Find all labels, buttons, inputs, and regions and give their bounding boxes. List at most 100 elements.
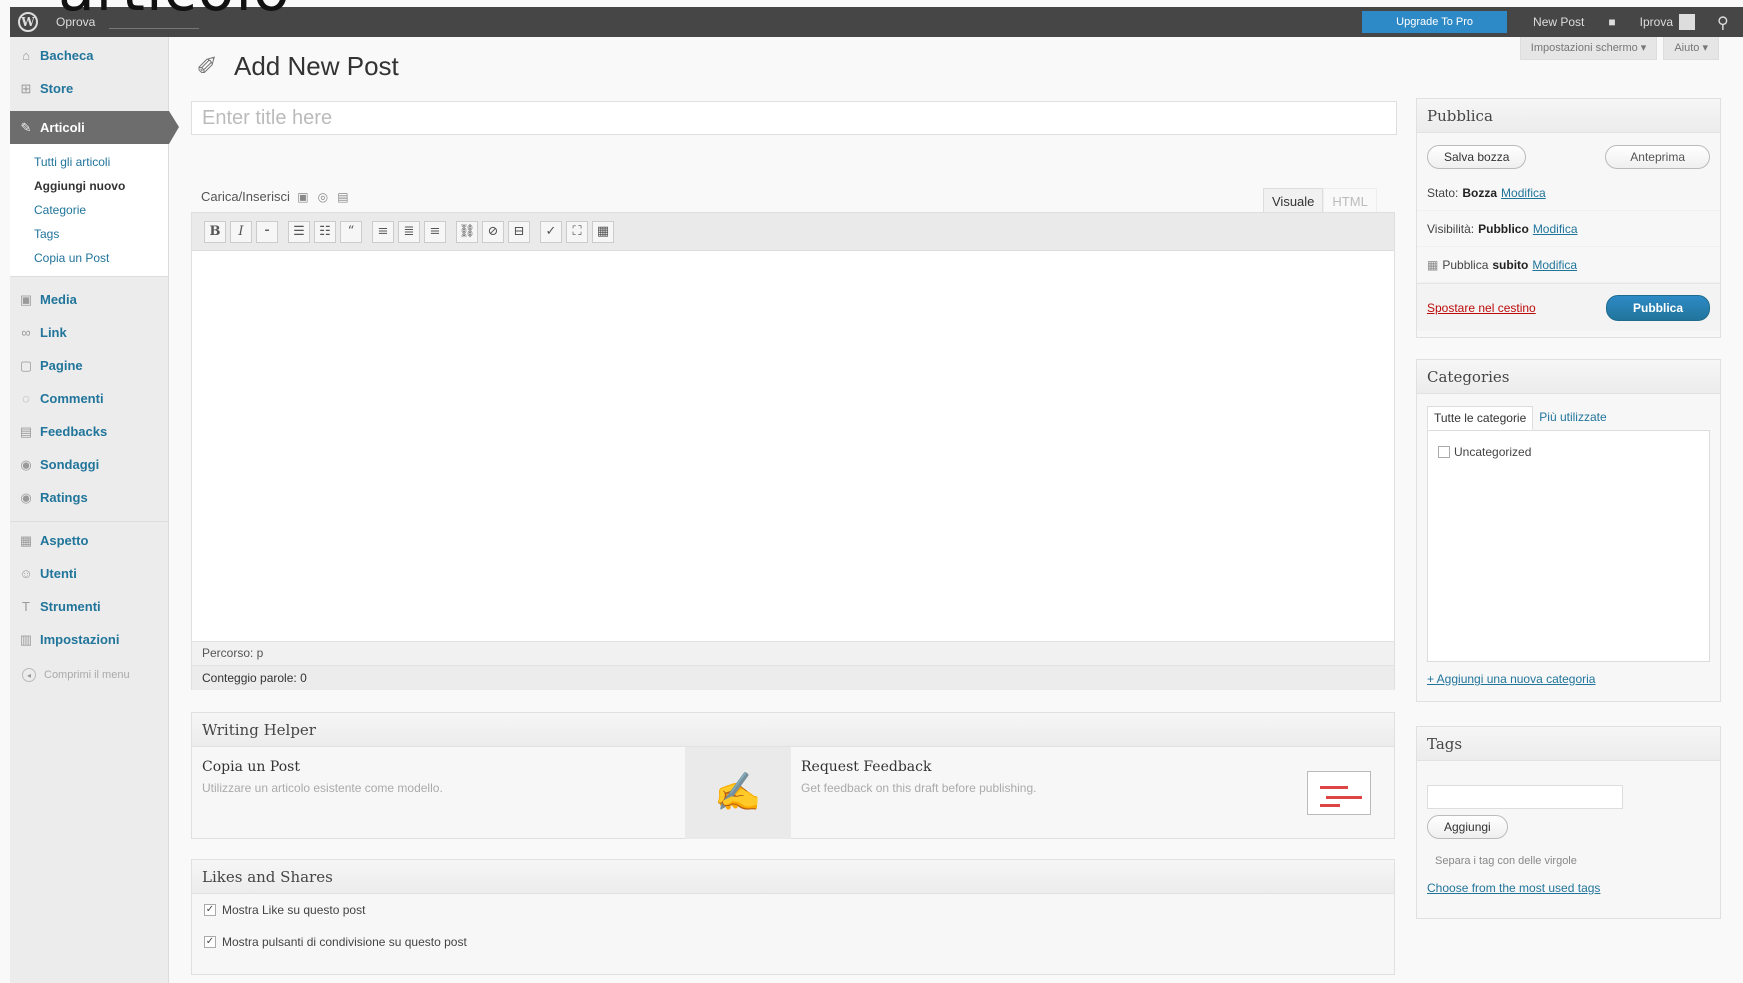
- category-list: Uncategorized: [1427, 430, 1710, 662]
- rating-icon: ◉: [20, 489, 32, 505]
- sidebar-item-utenti[interactable]: ☺ Utenti: [10, 557, 168, 590]
- sidebar-item-sondaggi[interactable]: ◉ Sondaggi: [10, 448, 168, 481]
- sidebar-item-store[interactable]: ⊞ Store: [10, 72, 168, 105]
- tools-icon: T: [22, 599, 30, 614]
- italic-icon[interactable]: I: [230, 220, 252, 243]
- publish-title: Pubblica: [1417, 99, 1720, 133]
- upgrade-button[interactable]: Upgrade To Pro: [1362, 11, 1508, 33]
- post-title-input[interactable]: [191, 101, 1397, 135]
- visibility-value: Pubblico: [1478, 221, 1529, 236]
- search-icon[interactable]: ⚲: [1717, 13, 1735, 32]
- copy-post-illustration-icon: ✍: [685, 747, 791, 839]
- writing-helper-title: Writing Helper: [192, 713, 1394, 747]
- comments-icon[interactable]: ■: [1608, 15, 1615, 29]
- add-tag-button[interactable]: Aggiungi: [1427, 815, 1508, 839]
- strikethrough-icon[interactable]: ⁃: [256, 220, 278, 243]
- bullet-list-icon[interactable]: ☰: [288, 220, 310, 243]
- kitchen-sink-icon[interactable]: ▦: [592, 220, 614, 243]
- tab-all-categories[interactable]: Tutte le categorie: [1427, 406, 1534, 430]
- add-category-link[interactable]: + Aggiungi una nuova categoria: [1417, 662, 1720, 696]
- add-media-icon[interactable]: ◎: [316, 190, 330, 204]
- pushpin-icon: ✐: [196, 50, 218, 81]
- page: articolo W Oprova Upgrade To Pro New Pos…: [0, 0, 1743, 983]
- tag-input[interactable]: [1427, 785, 1623, 809]
- checkbox-checked[interactable]: ✓: [204, 904, 216, 916]
- editor-content-area[interactable]: [192, 251, 1394, 641]
- admin-sidebar: ⌂ Bacheca ⊞ Store ✎ Articoli Tutti gli a…: [10, 37, 179, 983]
- edit-visibility-link[interactable]: Modifica: [1533, 222, 1578, 236]
- status-row: Stato: Bozza Modifica: [1417, 175, 1720, 211]
- show-sharing-option[interactable]: ✓ Mostra pulsanti di condivisione su que…: [192, 926, 1394, 958]
- upload-insert-label: Carica/Inserisci: [201, 189, 290, 204]
- most-used-tags-link[interactable]: Choose from the most used tags: [1417, 875, 1720, 901]
- media-icon: ▣: [19, 291, 33, 307]
- submenu-tags[interactable]: Tags: [34, 222, 168, 246]
- publish-button[interactable]: Pubblica: [1605, 294, 1710, 321]
- add-image-icon[interactable]: ▣: [296, 190, 310, 204]
- collapse-menu-button[interactable]: ◂ Comprimi il menu: [10, 660, 168, 690]
- help-button[interactable]: Aiuto ▾: [1663, 37, 1719, 60]
- sidebar-item-articoli[interactable]: ✎ Articoli: [10, 111, 179, 144]
- sidebar-item-bacheca[interactable]: ⌂ Bacheca: [10, 39, 168, 72]
- copy-post-option[interactable]: Copia un Post Utilizzare un articolo esi…: [192, 747, 685, 839]
- tags-title: Tags: [1417, 727, 1720, 761]
- sidebar-item-feedbacks[interactable]: ▤ Feedbacks: [10, 415, 168, 448]
- numbered-list-icon[interactable]: ☷: [314, 220, 336, 243]
- wordpress-logo-icon[interactable]: W: [10, 7, 46, 37]
- publish-box: Pubblica Salva bozza Anteprima Stato: Bo…: [1416, 98, 1721, 338]
- request-feedback-option[interactable]: Request Feedback Get feedback on this dr…: [791, 747, 1284, 839]
- spellcheck-icon[interactable]: ✓: [540, 220, 562, 243]
- category-checkbox[interactable]: [1438, 446, 1450, 458]
- more-tag-icon[interactable]: ⊟: [508, 220, 530, 243]
- user-menu[interactable]: Iprova: [1640, 14, 1695, 30]
- save-draft-button[interactable]: Salva bozza: [1427, 145, 1527, 169]
- submenu-categories[interactable]: Categorie: [34, 198, 168, 222]
- align-right-icon[interactable]: ≡: [424, 220, 446, 243]
- insert-link-icon[interactable]: ⛓: [456, 220, 478, 243]
- edit-status-link[interactable]: Modifica: [1501, 186, 1546, 200]
- submenu-copy-post[interactable]: Copia un Post: [34, 246, 168, 270]
- status-value: Bozza: [1462, 185, 1498, 200]
- tab-html[interactable]: HTML: [1323, 188, 1377, 214]
- link-icon: ∞: [21, 325, 31, 340]
- editor-path: Percorso: p: [192, 641, 1394, 665]
- users-icon: ☺: [19, 566, 33, 581]
- new-post-link[interactable]: New Post: [1533, 15, 1584, 29]
- fullscreen-icon[interactable]: ⛶: [566, 220, 588, 243]
- submenu-all-posts[interactable]: Tutti gli articoli: [34, 150, 168, 174]
- sidebar-item-pagine[interactable]: ▢ Pagine: [10, 349, 168, 382]
- category-item[interactable]: Uncategorized: [1438, 445, 1699, 459]
- tab-most-used[interactable]: Più utilizzate: [1533, 406, 1612, 430]
- bold-icon[interactable]: B: [204, 220, 226, 243]
- post-editor: B I ⁃ ☰ ☷ “ ≡ ≣ ≡ ⛓ ⊘ ⊟ ✓ ⛶ ▦ Percorso: …: [191, 212, 1395, 690]
- avatar: [1679, 14, 1695, 30]
- unlink-icon[interactable]: ⊘: [482, 220, 504, 243]
- menu-separator: [10, 514, 168, 522]
- align-center-icon[interactable]: ≣: [398, 220, 420, 243]
- submenu-add-new[interactable]: Aggiungi nuovo: [34, 174, 168, 198]
- word-count: Conteggio parole: 0: [192, 665, 1394, 690]
- align-left-icon[interactable]: ≡: [372, 220, 394, 243]
- sidebar-item-link[interactable]: ∞ Link: [10, 316, 168, 349]
- categories-box: Categories Tutte le categorie Più utiliz…: [1416, 359, 1721, 702]
- feedback-illustration-icon: [1284, 747, 1394, 839]
- tab-visual[interactable]: Visuale: [1263, 188, 1324, 214]
- edit-schedule-link[interactable]: Modifica: [1532, 258, 1577, 272]
- overlay-heading: articolo: [58, 0, 291, 20]
- add-poll-icon[interactable]: ▤: [336, 190, 350, 204]
- sidebar-item-aspetto[interactable]: ▦ Aspetto: [10, 524, 168, 557]
- screen-options-button[interactable]: Impostazioni schermo ▾: [1519, 37, 1658, 60]
- sidebar-item-strumenti[interactable]: T Strumenti: [10, 590, 168, 623]
- sidebar-item-impostazioni[interactable]: ▥ Impostazioni: [10, 623, 168, 656]
- editor-tabs: Visuale HTML: [1263, 188, 1377, 214]
- sidebar-item-commenti[interactable]: ◌ Commenti: [10, 382, 168, 415]
- checkbox-checked[interactable]: ✓: [204, 936, 216, 948]
- sidebar-item-media[interactable]: ▣ Media: [10, 283, 168, 316]
- sidebar-item-ratings[interactable]: ◉ Ratings: [10, 481, 168, 514]
- blockquote-icon[interactable]: “: [340, 220, 362, 243]
- show-likes-option[interactable]: ✓ Mostra Like su questo post: [192, 894, 1394, 926]
- writing-helper-box: Writing Helper Copia un Post Utilizzare …: [191, 712, 1395, 839]
- likes-shares-box: Likes and Shares ✓ Mostra Like su questo…: [191, 859, 1395, 975]
- move-to-trash-link[interactable]: Spostare nel cestino: [1427, 301, 1536, 315]
- preview-button[interactable]: Anteprima: [1605, 145, 1710, 169]
